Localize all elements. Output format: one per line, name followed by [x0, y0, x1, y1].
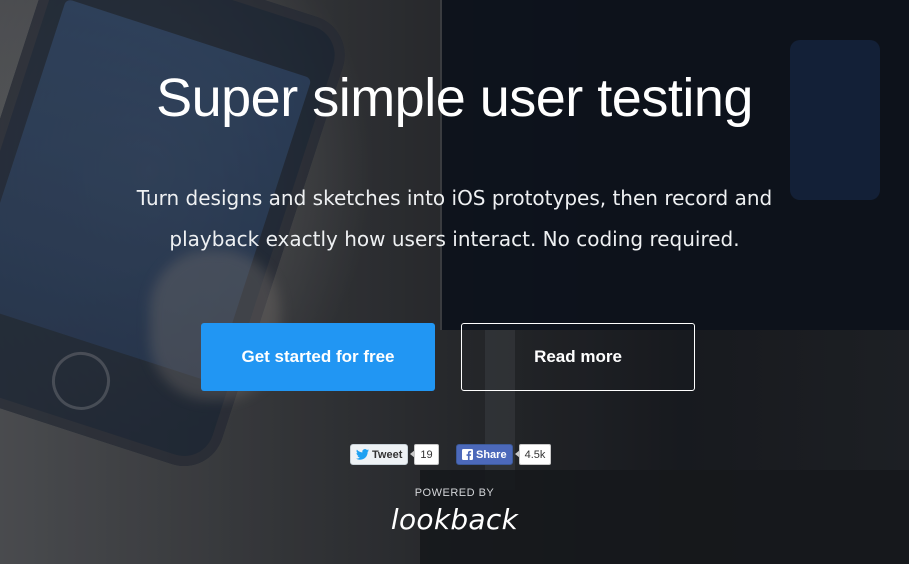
twitter-bird-icon — [356, 449, 369, 460]
facebook-share-button[interactable]: Share — [456, 444, 513, 465]
hero-subtitle-line-2: playback exactly how users interact. No … — [169, 227, 740, 251]
get-started-button[interactable]: Get started for free — [201, 323, 435, 391]
share-count: 4.5k — [514, 444, 552, 465]
lookback-logo[interactable]: lookback — [0, 503, 909, 536]
read-more-button[interactable]: Read more — [461, 323, 695, 391]
hero-subtitle-line-1: Turn designs and sketches into iOS proto… — [136, 186, 773, 210]
hero-subtitle: Turn designs and sketches into iOS proto… — [120, 178, 789, 260]
share-widget: Share 4.5k — [456, 444, 552, 465]
tweet-label: Tweet — [372, 448, 403, 461]
share-label: Share — [476, 448, 507, 461]
tweet-button[interactable]: Tweet — [350, 444, 409, 465]
tweet-count: 19 — [410, 444, 439, 465]
hero-content: Super simple user testing Turn designs a… — [0, 0, 909, 564]
powered-by-label: POWERED BY — [414, 487, 495, 499]
tweet-widget: Tweet 19 — [350, 444, 439, 465]
facebook-f-icon — [462, 449, 473, 460]
hero-title: Super simple user testing — [156, 68, 753, 128]
